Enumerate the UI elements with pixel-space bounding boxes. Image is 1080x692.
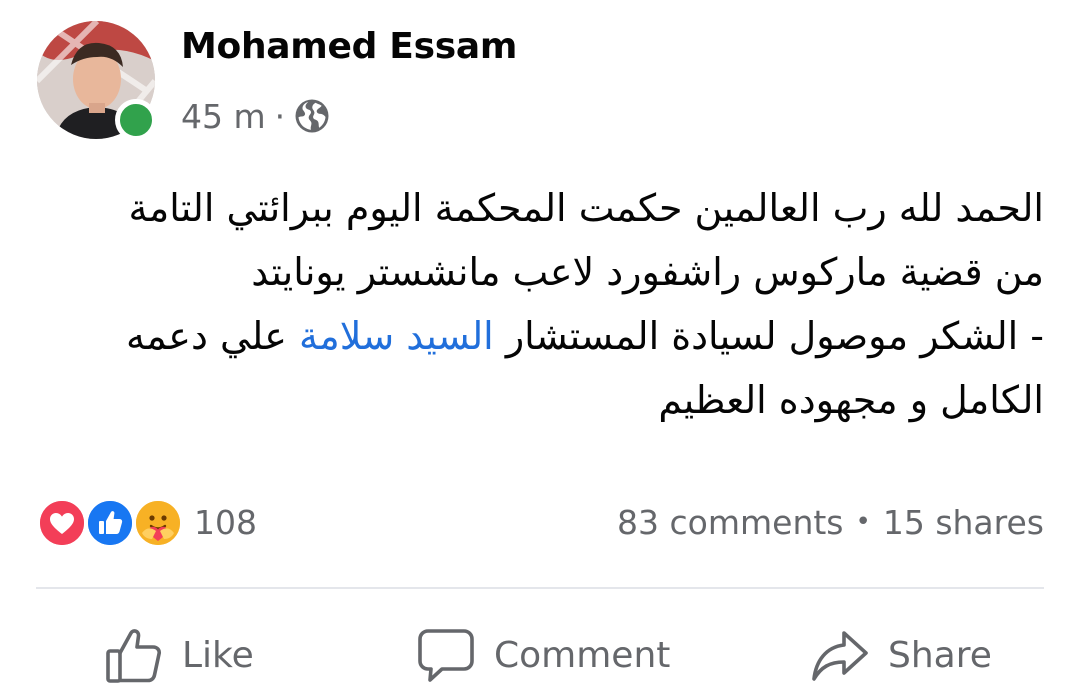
post-timestamp[interactable]: 45 m	[181, 97, 266, 136]
author-avatar-wrapper[interactable]	[37, 21, 157, 141]
author-name[interactable]: Mohamed Essam	[181, 26, 517, 67]
mention-link[interactable]: السيد سلامة	[299, 314, 494, 358]
comment-button[interactable]: Comment	[416, 618, 670, 692]
love-reaction-icon	[36, 497, 88, 549]
comment-bubble-icon	[418, 629, 474, 682]
share-label: Share	[888, 634, 992, 676]
meta-separator: ·	[274, 96, 286, 136]
like-label: Like	[182, 634, 254, 676]
post-text-line: من قضية ماركوس راشفورد لاعب مانشستر يونا…	[251, 250, 1044, 294]
engagement-stats: 83 comments • 15 shares	[617, 500, 1044, 544]
thumbs-up-icon	[106, 629, 162, 683]
post-text-segment: علي دعمه	[125, 314, 299, 358]
reactions-summary[interactable]: 108	[36, 495, 257, 549]
comment-label: Comment	[494, 634, 671, 676]
post-text-line: الكامل و مجهوده العظيم	[658, 378, 1044, 422]
shares-count[interactable]: 15 shares	[883, 503, 1044, 542]
post-text: الحمد لله رب العالمين حكمت المحكمة اليوم…	[44, 176, 1044, 432]
online-status-dot	[115, 99, 157, 141]
post-meta: 45 m ·	[181, 94, 330, 138]
reaction-count[interactable]: 108	[194, 503, 257, 542]
action-bar: Like Comment Share	[0, 618, 1080, 692]
divider	[36, 587, 1044, 589]
globe-icon[interactable]	[294, 98, 330, 134]
post-text-segment: - الشكر موصول لسيادة المستشار	[493, 314, 1044, 358]
share-button[interactable]: Share	[810, 618, 992, 692]
like-reaction-icon	[84, 497, 136, 549]
post-text-line: الحمد لله رب العالمين حكمت المحكمة اليوم…	[128, 186, 1044, 230]
like-button[interactable]: Like	[104, 618, 254, 692]
post-text-line: - الشكر موصول لسيادة المستشار السيد سلام…	[44, 304, 1044, 368]
care-reaction-icon	[132, 497, 184, 549]
share-arrow-icon	[812, 631, 868, 681]
comments-count[interactable]: 83 comments	[617, 503, 843, 542]
stats-separator: •	[855, 507, 871, 537]
reaction-icons[interactable]	[36, 495, 184, 549]
